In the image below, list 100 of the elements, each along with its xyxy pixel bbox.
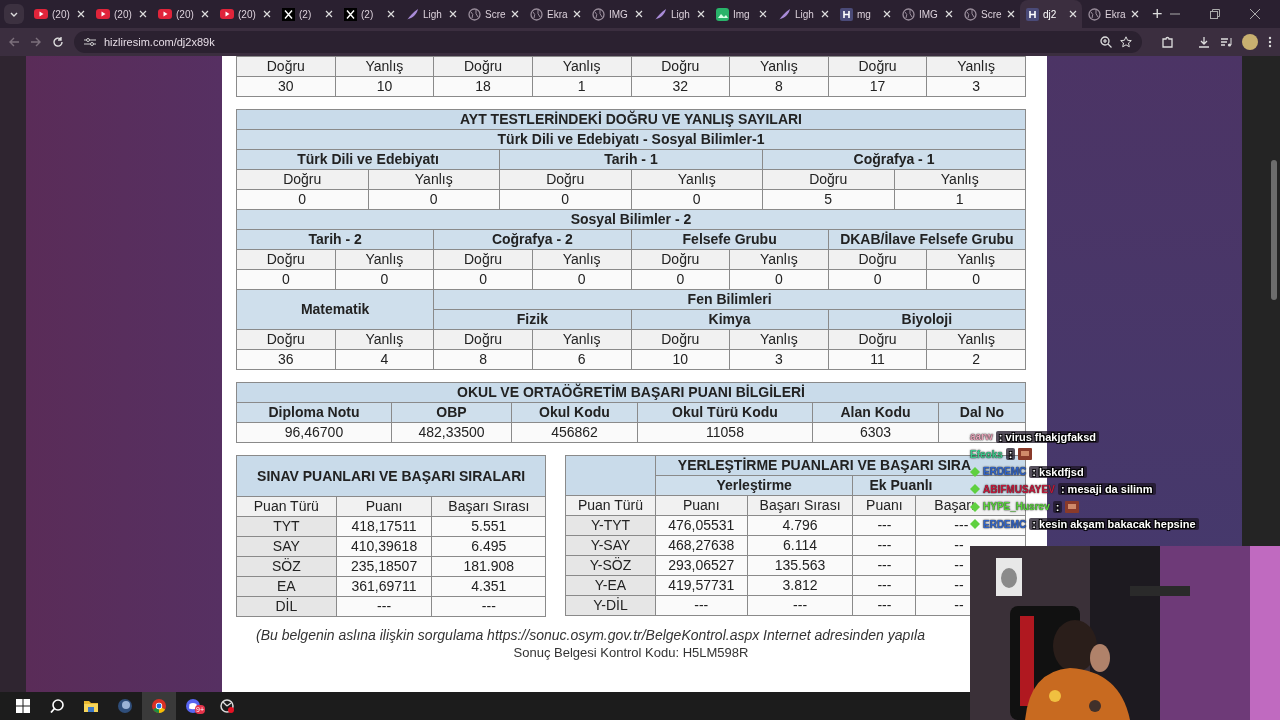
table-cell: Y-SÖZ xyxy=(565,555,656,576)
group-header: Tarih - 2 xyxy=(236,229,434,250)
browser-tab[interactable]: Scre xyxy=(462,0,524,28)
feather-icon xyxy=(654,7,667,21)
column-header: Doğru xyxy=(631,56,730,77)
x-logo-icon xyxy=(344,7,357,21)
zoom-icon[interactable] xyxy=(1100,36,1112,48)
puzzle-icon[interactable] xyxy=(1162,36,1174,48)
browser-tab[interactable]: (2) xyxy=(338,0,400,28)
column-header: Puan Türü xyxy=(565,495,656,516)
site-info-icon[interactable] xyxy=(84,37,96,47)
chrome-icon[interactable] xyxy=(152,699,166,713)
column-header: Yanlış xyxy=(729,56,829,77)
reload-icon[interactable] xyxy=(52,36,64,48)
scrollbar-thumb[interactable] xyxy=(1271,160,1277,300)
browser-tab[interactable]: (20) xyxy=(214,0,276,28)
download-icon[interactable] xyxy=(1198,36,1210,48)
column-header: Doğru xyxy=(828,56,927,77)
section-header: Türk Dili ve Edebiyatı - Sosyal Bilimler-1 xyxy=(236,129,1026,150)
globe-icon xyxy=(964,7,977,21)
browser-tab[interactable]: IMG xyxy=(896,0,958,28)
verification-note: (Bu belgenin aslına ilişkin sorgulama https://sonuc.osym.gov.tr/BelgeKontrol.aspx Internet adresinden yapıla xyxy=(256,627,926,643)
table-cell: DİL xyxy=(236,596,337,617)
table-cell: Y-SAY xyxy=(565,535,656,556)
table-title: OKUL VE ORTAÖĞRETİM BAŞARI PUANI BİLGİLERİ xyxy=(236,382,1026,403)
table-title: AYT TESTLERİNDEKİ DOĞRU VE YANLIŞ SAYILARI xyxy=(236,109,1026,130)
windows-icon[interactable] xyxy=(16,699,30,713)
table-cell: Y-EA xyxy=(565,575,656,596)
column-header: Yanlış xyxy=(532,56,631,77)
column-header: Yanlış xyxy=(335,56,434,77)
restore-icon[interactable] xyxy=(1210,9,1220,19)
play-icon xyxy=(96,9,110,19)
globe-icon xyxy=(902,7,915,21)
close-icon[interactable] xyxy=(1250,9,1260,19)
globe-icon xyxy=(592,7,605,21)
table-cell: TYT xyxy=(236,516,337,537)
image-icon xyxy=(716,7,729,21)
media-icon[interactable] xyxy=(1220,36,1232,48)
orb-icon[interactable] xyxy=(118,699,132,713)
column-header: Doğru xyxy=(236,56,336,77)
star-icon[interactable] xyxy=(1120,36,1132,48)
address-field[interactable]: hizliresim.com/dj2x89k xyxy=(104,36,215,48)
folder-icon[interactable] xyxy=(84,701,98,712)
browser-tab[interactable]: IMG xyxy=(586,0,648,28)
browser-tab[interactable]: Scre xyxy=(958,0,1020,28)
table-cell: 96,46700 xyxy=(236,422,392,443)
browser-tab[interactable]: (20) xyxy=(28,0,90,28)
group-header: Türk Dili ve Edebiyatı xyxy=(236,149,500,170)
feather-icon xyxy=(406,7,419,21)
column-header: Doğru xyxy=(236,169,368,190)
feather-icon xyxy=(778,7,791,21)
globe-icon xyxy=(530,7,543,21)
section-header: Sosyal Bilimler - 2 xyxy=(236,209,1026,230)
search-icon[interactable] xyxy=(50,699,64,713)
column-header: Doğru xyxy=(433,56,533,77)
chat-message: : kesin akşam bakacak hepsine xyxy=(1029,518,1199,531)
globe-icon xyxy=(468,7,481,21)
browser-tab[interactable]: Img xyxy=(710,0,772,28)
h-logo-icon xyxy=(840,7,853,21)
column-header: Doğru xyxy=(236,249,336,270)
chat-message: : xyxy=(1052,500,1063,513)
browser-tab[interactable]: dj2 xyxy=(1020,0,1082,28)
tab-search-button[interactable] xyxy=(4,4,24,24)
play-icon xyxy=(34,9,48,19)
menu-icon[interactable] xyxy=(1268,36,1272,48)
table-cell: 36 xyxy=(236,349,336,370)
table-cell: 0 xyxy=(236,189,368,210)
new-tab-button[interactable]: + xyxy=(1152,4,1163,24)
recorder-icon[interactable] xyxy=(220,699,234,713)
x-logo-icon xyxy=(282,7,295,21)
table-cell: Y-DİL xyxy=(565,595,656,616)
group-header: Matematik xyxy=(236,289,434,330)
browser-tab[interactable]: mg xyxy=(834,0,896,28)
column-header: Puan Türü xyxy=(236,496,337,517)
chat-message: : mesaji da silinm xyxy=(1057,483,1156,496)
table-cell: 0 xyxy=(236,269,336,290)
back-icon[interactable] xyxy=(8,36,20,48)
browser-tab[interactable]: (2) xyxy=(276,0,338,28)
browser-tab[interactable]: Ligh xyxy=(648,0,710,28)
column-header: Diploma Notu xyxy=(236,402,392,423)
play-icon xyxy=(220,9,234,19)
browser-tab[interactable]: Ekra xyxy=(524,0,586,28)
forward-icon[interactable] xyxy=(30,36,42,48)
section-header: Fen Bilimleri xyxy=(433,289,1026,310)
browser-tab[interactable]: (20) xyxy=(90,0,152,28)
caret-icon xyxy=(10,11,18,17)
table-cell: SÖZ xyxy=(236,556,337,577)
avatar-icon[interactable] xyxy=(1242,34,1258,50)
browser-tab[interactable]: Ligh xyxy=(400,0,462,28)
table-title: SINAV PUANLARI VE BAŞARI SIRALARI xyxy=(236,455,546,497)
table-cell: EA xyxy=(236,576,337,597)
control-code: Sonuç Belgesi Kontrol Kodu: H5LM598R xyxy=(512,645,750,660)
browser-tab[interactable]: (20) xyxy=(152,0,214,28)
chat-username: aarw xyxy=(970,431,993,443)
column-header: Yanlış xyxy=(926,56,1026,77)
play-icon xyxy=(158,9,172,19)
table-cell: SAY xyxy=(236,536,337,557)
globe-icon xyxy=(1088,7,1101,21)
browser-tab[interactable]: Ekra xyxy=(1082,0,1144,28)
browser-tab[interactable]: Ligh xyxy=(772,0,834,28)
